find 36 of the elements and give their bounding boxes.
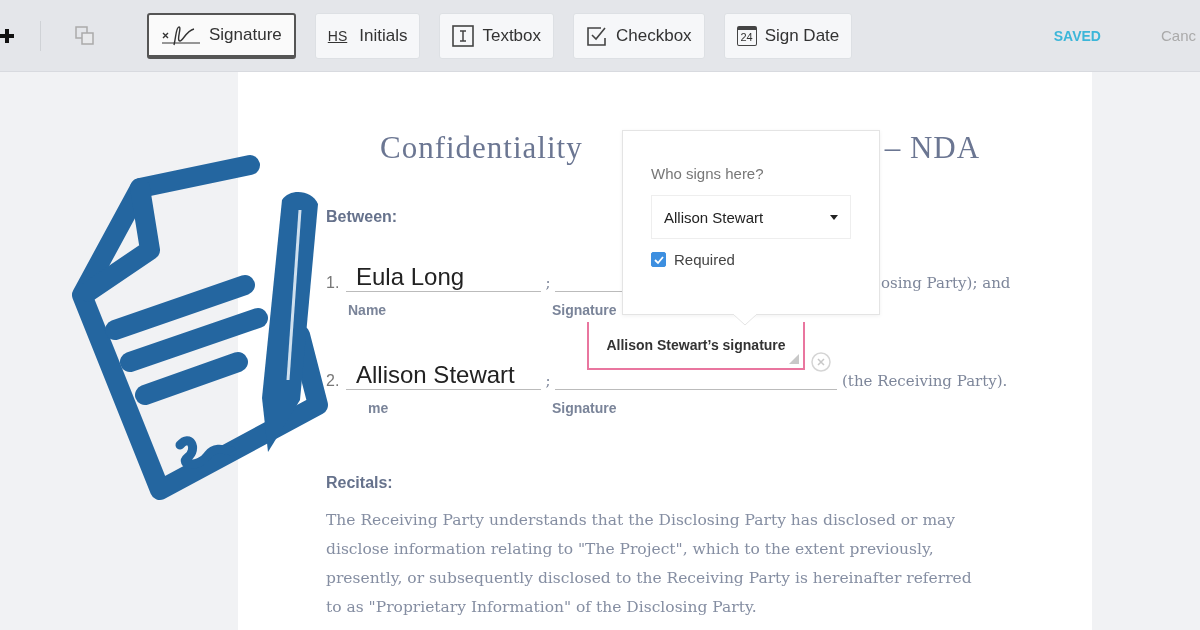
separator: ;: [544, 372, 552, 390]
required-checkbox[interactable]: [651, 252, 666, 267]
resize-handle-icon[interactable]: [789, 354, 799, 364]
section-heading: Recitals:: [326, 474, 393, 492]
save-status: SAVED: [1053, 27, 1101, 44]
section-heading: Between:: [326, 208, 398, 226]
remove-icon[interactable]: [811, 352, 831, 372]
recitals-paragraph: The Receiving Party understands that the Disclosing Party has disclosed or may disclose information relating to "The Project", which to the extent previously, presently, or subsequently disclosed to the Receiving Party is hereinafter referred to as "Proprietary Information" of the Disclosing Party.: [326, 510, 973, 618]
document-title: Confidentiality: [380, 130, 583, 166]
name-field[interactable]: Eula Long: [346, 263, 541, 292]
list-number: 2.: [326, 372, 341, 390]
list-number: 1.: [326, 274, 341, 292]
signature-tool-button[interactable]: Signature: [147, 12, 296, 59]
initials-icon: HS: [327, 27, 348, 44]
field-label: Signature: [552, 302, 617, 318]
name-field[interactable]: Allison Stewart: [346, 361, 541, 390]
text-cursor-icon: [452, 24, 475, 47]
date-tool-button[interactable]: 24 Sign Date: [723, 12, 853, 59]
field-label: Signature: [552, 400, 617, 416]
field-label: Name: [348, 302, 388, 318]
caret-icon: [830, 214, 838, 220]
party-role-text: osing Party); and: [881, 274, 1011, 292]
add-icon[interactable]: [0, 28, 14, 43]
popover-question: Who signs here?: [651, 165, 765, 182]
copy-icon[interactable]: [74, 24, 96, 47]
document-title: – NDA: [884, 130, 981, 166]
separator: ;: [544, 274, 552, 292]
party-role-text: (the Receiving Party).: [842, 372, 1008, 390]
checkbox-label: Required: [674, 251, 735, 268]
calendar-icon: 24: [736, 25, 757, 46]
initials-tool-button[interactable]: HS Initials: [314, 12, 421, 59]
signer-dropdown[interactable]: Allison Stewart: [651, 195, 851, 239]
textbox-tool-button[interactable]: Textbox: [439, 12, 554, 59]
field-label: me: [368, 400, 390, 416]
checkbox-tool-button[interactable]: Checkbox: [573, 12, 705, 59]
checkbox-icon: [586, 24, 608, 47]
